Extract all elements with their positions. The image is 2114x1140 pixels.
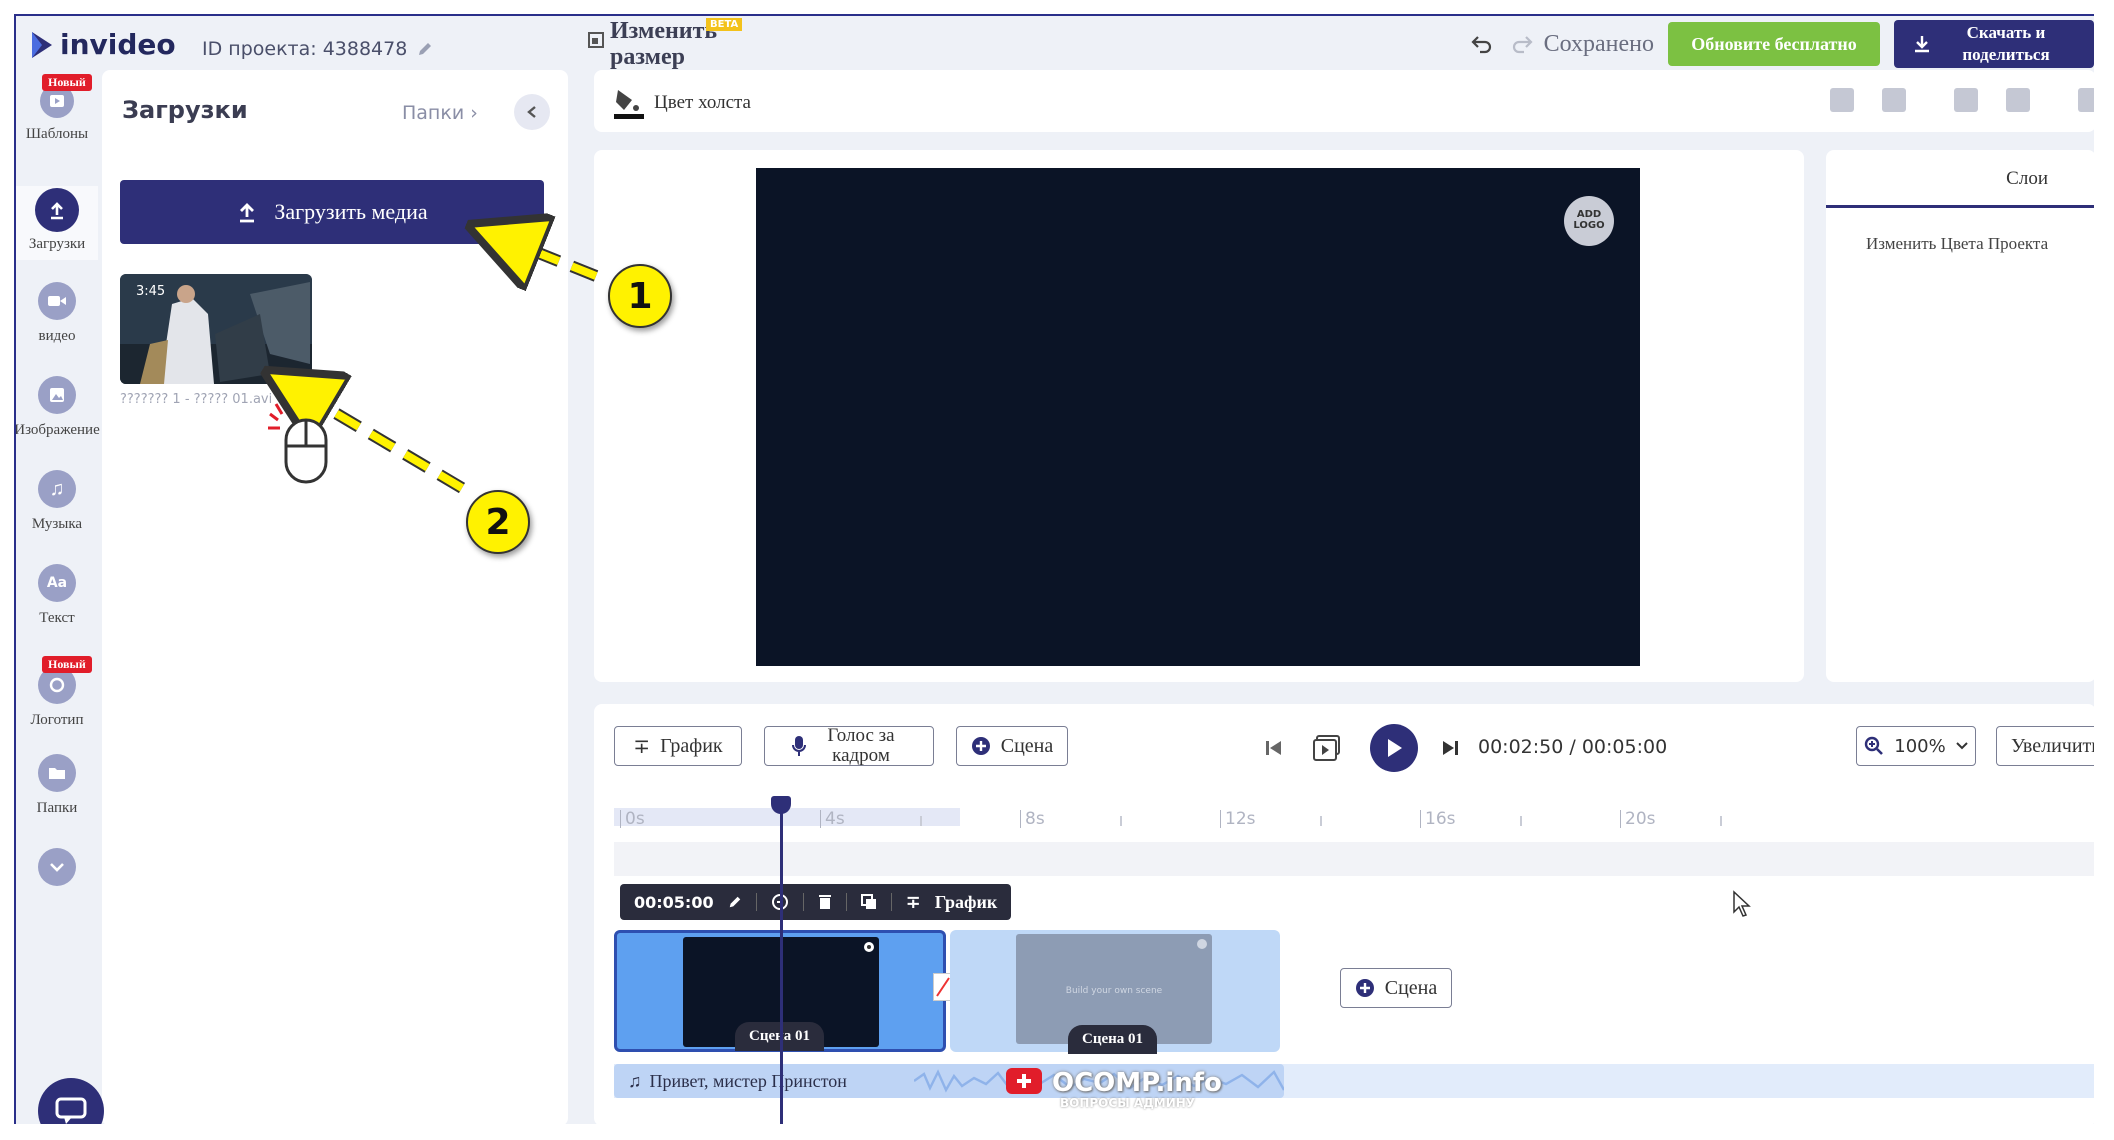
watermark-text: OCOMP.info <box>1052 1068 1222 1098</box>
plus-badge-icon <box>1006 1068 1042 1094</box>
callout-2: 2 <box>466 490 530 554</box>
annotation-overlay <box>0 0 599 494</box>
mouse-click-icon <box>268 403 328 484</box>
callout-1: 1 <box>608 264 672 328</box>
watermark: OCOMP.info <box>1004 1066 1222 1100</box>
watermark-subtitle: ВОПРОСЫ АДМИНУ <box>1060 1096 1196 1110</box>
